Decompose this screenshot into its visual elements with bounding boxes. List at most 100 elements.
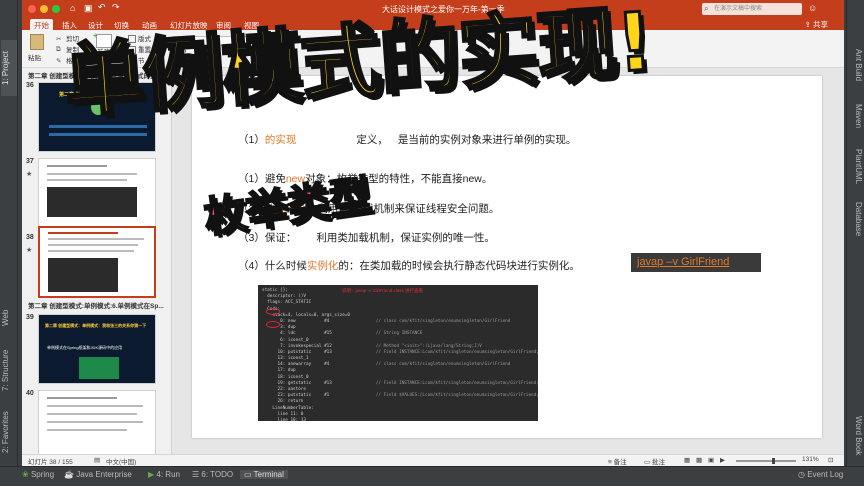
section-label-39[interactable]: 第二章 创建型模式:单例模式:6.单例模式在Sp... xyxy=(28,300,164,310)
thumbnail-slide-40[interactable] xyxy=(38,390,156,454)
event-log-label: Event Log xyxy=(807,470,844,479)
ide-bottom-tool-bar: ❀ Spring ☕ Java Enterprise ▶ 4: Run ☰ 6:… xyxy=(0,466,864,486)
text-line xyxy=(47,413,137,415)
slide-number-36: 36 xyxy=(26,82,34,89)
ide-left-tool-strip: 1: Project Web 7: Structure 2: Favorites xyxy=(0,0,18,466)
terminal-label: Terminal xyxy=(253,470,284,479)
slide-number-37: 37 xyxy=(26,158,34,165)
zoom-slider-thumb[interactable] xyxy=(772,458,775,464)
comments-label: 批注 xyxy=(651,459,665,466)
notes-icon: ≡ xyxy=(608,459,612,466)
terminal-icon: ▭ xyxy=(244,470,252,479)
notes-button[interactable]: ≡ 备注 xyxy=(608,456,627,466)
slide-line-5: （4）什么时候实例化的：在类加载的时候会执行静态代码块进行实例化。 xyxy=(238,260,580,272)
text-line xyxy=(47,397,117,399)
search-input[interactable]: ⌕ 在演示文稿中搜索 xyxy=(702,3,802,15)
thumbnail-bar xyxy=(49,133,147,136)
fit-slide-icon[interactable]: ⊡ xyxy=(828,456,833,464)
paste-button[interactable]: 粘贴 xyxy=(28,34,44,62)
save-icon[interactable]: ▣ xyxy=(84,3,93,14)
animation-star-icon: ★ xyxy=(26,171,33,178)
share-icon: ⇪ xyxy=(804,20,811,29)
text-line xyxy=(47,429,127,431)
text-line xyxy=(47,165,107,167)
share-label: 共享 xyxy=(813,20,828,29)
event-log-icon: ◷ xyxy=(798,470,805,479)
tool-tab-database[interactable]: Database xyxy=(847,196,863,242)
red-circle-annotation xyxy=(266,321,280,328)
tool-tab-ant-build[interactable]: Ant Build xyxy=(847,40,863,90)
home-icon[interactable]: ⌂ xyxy=(70,3,75,13)
tool-tab-java-enterprise[interactable]: ☕ Java Enterprise xyxy=(64,470,132,479)
spring-label: Spring xyxy=(30,470,55,479)
tool-tab-spring[interactable]: ❀ Spring xyxy=(22,470,54,479)
account-icon[interactable]: ☺ xyxy=(808,3,817,13)
slideshow-icon[interactable]: ▶ xyxy=(720,456,725,464)
language-indicator[interactable]: 中文(中国) xyxy=(106,456,136,466)
slide-editor-canvas[interactable]: （1）的实现 定义， 是当前的实例对象来进行单例的实现。 （1）避免new对象：枚举… xyxy=(172,68,844,454)
bytecode-listing[interactable]: static {}; descriptor: ()V flags: ACC_ST… xyxy=(258,285,538,421)
zoom-slider[interactable] xyxy=(736,458,796,464)
run-label: 4: Run xyxy=(156,470,180,479)
todo-label: 6: TODO xyxy=(201,470,234,479)
tool-tab-favorites[interactable]: 2: Favorites xyxy=(1,404,17,460)
thumbnail-39-title: 第二章 创建型模式：单例模式：我和张三的关系你猜一下 xyxy=(45,323,147,328)
share-button[interactable]: ⇪ 共享 xyxy=(805,19,828,30)
code-line: 0: new #4 // class com/kfit/singleton/en… xyxy=(262,318,511,324)
tool-tab-plantuml[interactable]: PlantUML xyxy=(847,144,863,190)
text-line xyxy=(47,421,143,423)
slide-counter: 幻灯片 38 / 155 xyxy=(28,459,73,466)
text-line xyxy=(48,250,134,252)
thumbnail-slide-38[interactable] xyxy=(38,226,156,298)
thumbnail-slide-39[interactable]: 第二章 创建型模式：单例模式：我和张三的关系你猜一下 单例模式在Spring框架… xyxy=(38,314,156,384)
notes-label: 备注 xyxy=(613,459,627,466)
ide-right-tool-strip: Ant Build Maven PlantUML Database Word B… xyxy=(846,0,864,466)
current-slide[interactable]: （1）的实现 定义， 是当前的实例对象来进行单例的实现。 （1）避免new对象：枚举… xyxy=(192,76,822,438)
tool-tab-project[interactable]: 1: Project xyxy=(1,40,17,96)
sorter-view-icon[interactable]: ▩ xyxy=(696,456,702,464)
screen: 1: Project Web 7: Structure 2: Favorites… xyxy=(0,0,864,486)
presentation-status-bar: 幻灯片 38 / 155 ▤ 中文(中国) ≡ 备注 ▭ 批注 ▦ ▩ ▣ ▶ … xyxy=(22,454,844,466)
slide-number-38: 38 xyxy=(26,234,34,241)
thumbnail-illustration xyxy=(79,357,119,379)
java-enterprise-icon: ☕ xyxy=(64,470,74,479)
text-line xyxy=(47,173,137,175)
text-line xyxy=(48,244,138,246)
undo-icon[interactable]: ↶ xyxy=(98,2,106,13)
code-line: 14: anewarray #4 // class com/kfit/singl… xyxy=(262,362,511,368)
red-circle-annotation xyxy=(266,308,280,315)
tool-tab-structure[interactable]: 7: Structure xyxy=(1,342,17,398)
tab-home[interactable]: 开始 xyxy=(30,19,53,30)
zoom-level[interactable]: 131% xyxy=(802,456,819,463)
maximize-window-button[interactable] xyxy=(52,5,60,13)
tool-tab-event-log[interactable]: ◷ Event Log xyxy=(798,470,843,479)
slide-line-1: （1）的实现 定义， 是当前的实例对象来进行单例的实现。 xyxy=(238,134,577,146)
code-block-thumb xyxy=(48,258,118,292)
tool-tab-maven[interactable]: Maven xyxy=(847,96,863,136)
slide-number-39: 39 xyxy=(26,314,34,321)
clipboard-icon xyxy=(30,34,44,50)
tool-tab-terminal[interactable]: ▭ Terminal xyxy=(240,470,288,479)
paste-label: 粘贴 xyxy=(28,55,41,62)
search-icon: ⌕ xyxy=(704,4,709,13)
tool-tab-run[interactable]: ▶ 4: Run xyxy=(148,470,180,479)
text-line xyxy=(47,179,127,181)
code-line: line 10: 13 xyxy=(262,417,306,421)
redo-icon[interactable]: ↷ xyxy=(112,2,120,13)
close-window-button[interactable] xyxy=(28,5,36,13)
javap-command-label[interactable]: javap –v GirlFriend xyxy=(631,253,761,272)
code-block-thumb xyxy=(47,187,137,217)
tool-tab-todo[interactable]: ☰ 6: TODO xyxy=(192,470,233,479)
reading-view-icon[interactable]: ▣ xyxy=(708,456,714,464)
spell-check-icon[interactable]: ▤ xyxy=(94,456,100,464)
run-icon: ▶ xyxy=(148,470,155,479)
normal-view-icon[interactable]: ▦ xyxy=(684,456,690,464)
minimize-window-button[interactable] xyxy=(40,5,48,13)
tool-tab-word-book[interactable]: Word Book xyxy=(847,412,863,460)
comments-button[interactable]: ▭ 批注 xyxy=(644,456,665,466)
animation-star-icon: ★ xyxy=(26,247,33,254)
text-line xyxy=(48,238,144,240)
comment-icon: ▭ xyxy=(644,459,651,466)
thumbnail-slide-37[interactable] xyxy=(38,158,156,228)
tool-tab-web[interactable]: Web xyxy=(1,296,17,340)
